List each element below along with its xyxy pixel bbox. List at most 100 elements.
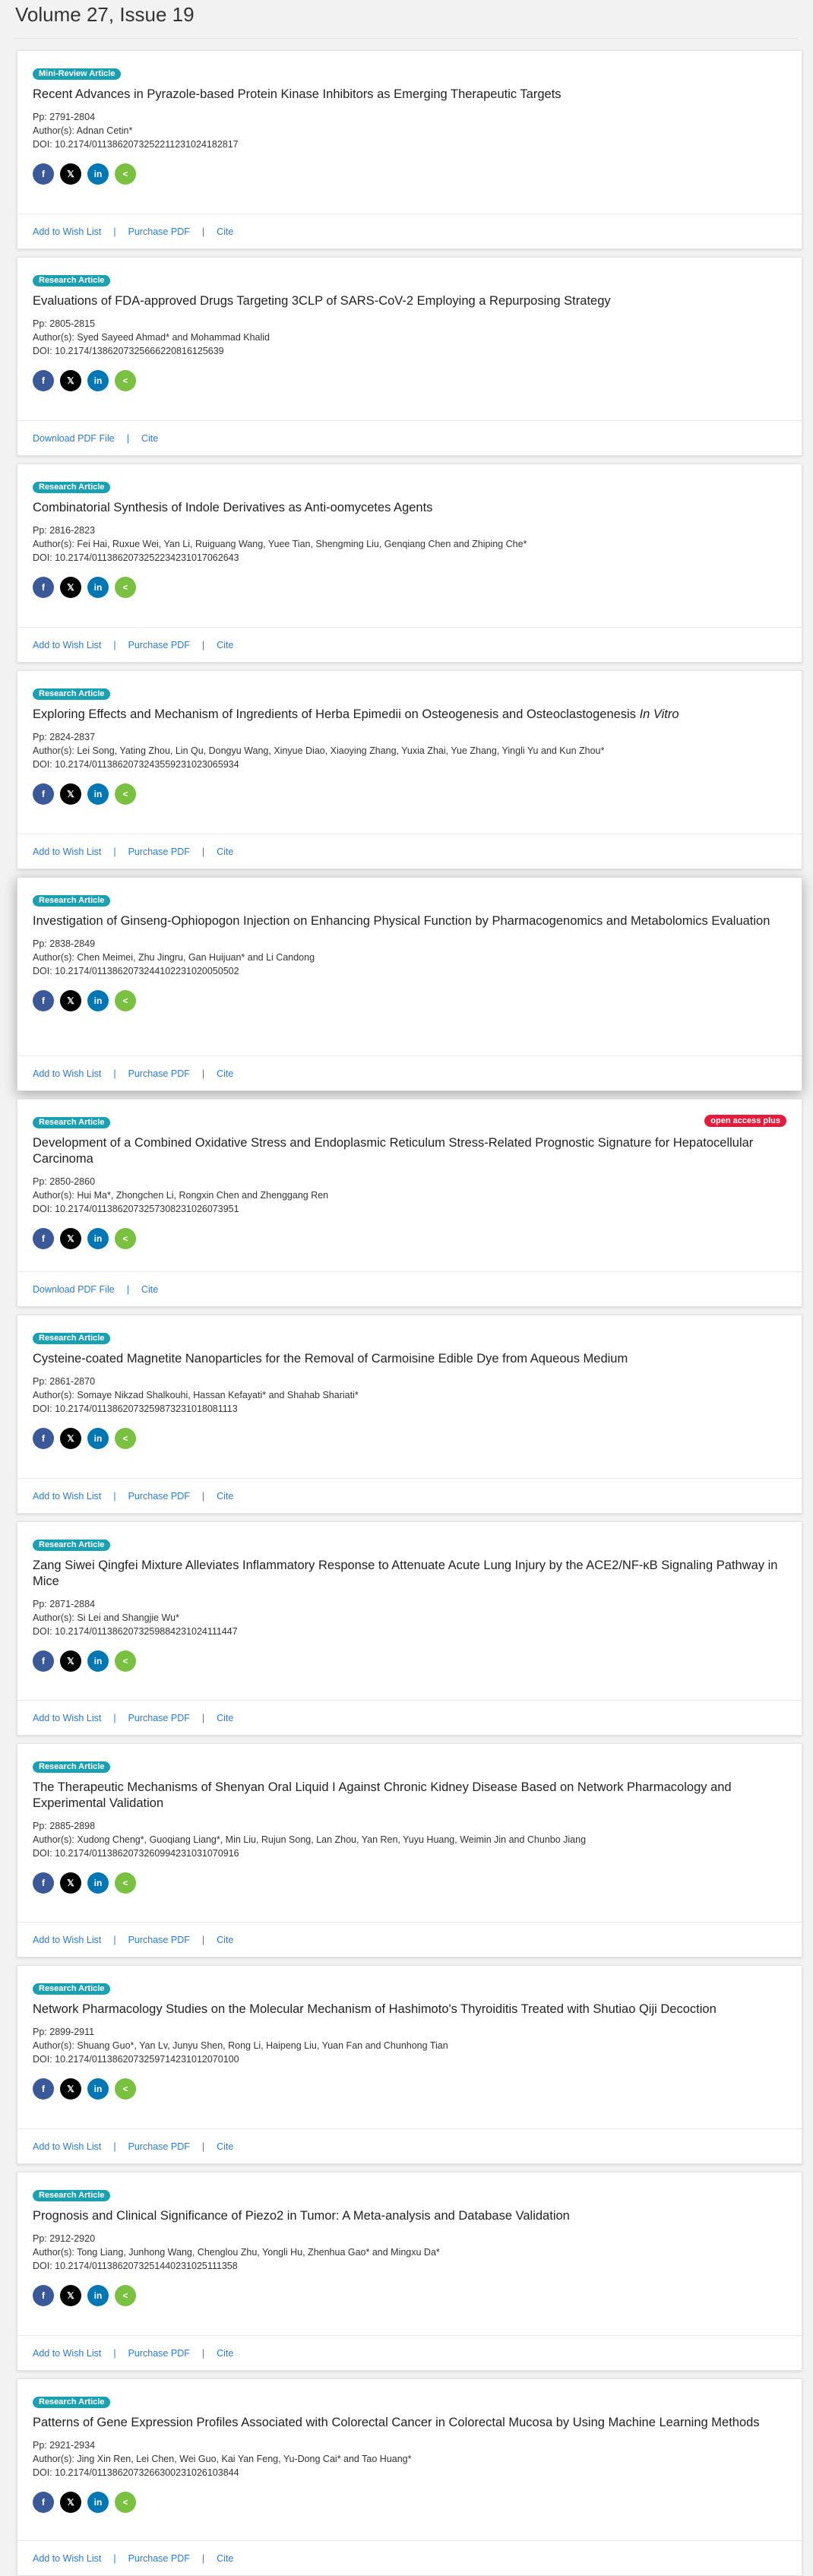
cite-link[interactable]: Cite [217,2553,233,2564]
share-icon[interactable]: < [115,1428,136,1449]
facebook-icon[interactable]: f [33,2078,54,2100]
facebook-icon[interactable]: f [33,1428,54,1449]
share-icon[interactable]: < [115,577,136,598]
linkedin-icon[interactable]: in [87,990,109,1011]
x-twitter-icon[interactable]: 𝕏 [60,370,81,391]
purchase-pdf-link[interactable]: Purchase PDF [128,226,190,237]
cite-link[interactable]: Cite [217,847,233,857]
article-title-link[interactable]: Development of a Combined Oxidative Stre… [33,1135,786,1167]
cite-link[interactable]: Cite [217,2141,233,2152]
linkedin-icon[interactable]: in [87,163,109,185]
facebook-icon[interactable]: f [33,2492,54,2513]
linkedin-icon[interactable]: in [87,1428,109,1449]
doi-value[interactable]: 10.2174/0113862073259714231012070100 [55,2054,239,2065]
cite-link[interactable]: Cite [217,2348,233,2359]
doi-value[interactable]: 10.2174/0113862073259884231024111447 [55,1626,238,1637]
article-title-link[interactable]: Network Pharmacology Studies on the Mole… [33,2002,786,2017]
share-icon[interactable]: < [115,370,136,391]
share-icon[interactable]: < [115,2285,136,2306]
doi-value[interactable]: 10.2174/0113862073244102231020050502 [55,966,239,976]
share-icon[interactable]: < [115,783,136,805]
cite-link[interactable]: Cite [217,1713,233,1723]
linkedin-icon[interactable]: in [87,1650,109,1672]
x-twitter-icon[interactable]: 𝕏 [60,163,81,185]
add-to-wish-list-link[interactable]: Add to Wish List [33,2553,101,2564]
article-title-link[interactable]: Prognosis and Clinical Significance of P… [33,2208,786,2224]
article-title-link[interactable]: Patterns of Gene Expression Profiles Ass… [33,2415,786,2431]
doi-value[interactable]: 10.2174/0113862073252234231017062643 [55,552,239,563]
cite-link[interactable]: Cite [217,1935,233,1945]
share-icon[interactable]: < [115,1650,136,1672]
article-title-link[interactable]: Exploring Effects and Mechanism of Ingre… [33,707,786,723]
purchase-pdf-link[interactable]: Purchase PDF [128,1068,190,1079]
add-to-wish-list-link[interactable]: Add to Wish List [33,1935,101,1945]
doi-value[interactable]: 10.2174/0113862073260994231031070916 [55,1848,239,1859]
x-twitter-icon[interactable]: 𝕏 [60,1650,81,1672]
add-to-wish-list-link[interactable]: Add to Wish List [33,640,101,650]
doi-value[interactable]: 10.2174/1386207325666220816125639 [55,346,223,356]
article-title-link[interactable]: Combinatorial Synthesis of Indole Deriva… [33,500,786,516]
add-to-wish-list-link[interactable]: Add to Wish List [33,226,101,237]
linkedin-icon[interactable]: in [87,783,109,805]
cite-link[interactable]: Cite [217,1068,233,1079]
linkedin-icon[interactable]: in [87,2078,109,2100]
share-icon[interactable]: < [115,163,136,185]
article-title-link[interactable]: Cysteine-coated Magnetite Nanoparticles … [33,1351,786,1367]
linkedin-icon[interactable]: in [87,1228,109,1249]
purchase-pdf-link[interactable]: Purchase PDF [128,847,190,857]
add-to-wish-list-link[interactable]: Add to Wish List [33,2348,101,2359]
facebook-icon[interactable]: f [33,370,54,391]
article-title-link[interactable]: Investigation of Ginseng-Ophiopogon Inje… [33,913,786,929]
linkedin-icon[interactable]: in [87,370,109,391]
add-to-wish-list-link[interactable]: Add to Wish List [33,2141,101,2152]
cite-link[interactable]: Cite [217,226,233,237]
facebook-icon[interactable]: f [33,163,54,185]
doi-value[interactable]: 10.2174/0113862073243559231023065934 [55,759,239,770]
article-title-link[interactable]: Zang Siwei Qingfei Mixture Alleviates In… [33,1558,786,1590]
share-icon[interactable]: < [115,2078,136,2100]
purchase-pdf-link[interactable]: Purchase PDF [128,1935,190,1945]
x-twitter-icon[interactable]: 𝕏 [60,990,81,1011]
download-pdf-link[interactable]: Download PDF File [33,433,115,444]
facebook-icon[interactable]: f [33,783,54,805]
doi-value[interactable]: 10.2174/0113862073266300231026103844 [55,2467,239,2478]
article-title-link[interactable]: Recent Advances in Pyrazole-based Protei… [33,87,786,103]
purchase-pdf-link[interactable]: Purchase PDF [128,2348,190,2359]
share-icon[interactable]: < [115,1228,136,1249]
x-twitter-icon[interactable]: 𝕏 [60,2078,81,2100]
x-twitter-icon[interactable]: 𝕏 [60,1872,81,1894]
cite-link[interactable]: Cite [217,640,233,650]
facebook-icon[interactable]: f [33,990,54,1011]
doi-value[interactable]: 10.2174/0113862073252211231024182817 [55,139,238,150]
article-title-link[interactable]: Evaluations of FDA-approved Drugs Target… [33,293,786,309]
facebook-icon[interactable]: f [33,1228,54,1249]
add-to-wish-list-link[interactable]: Add to Wish List [33,1713,101,1723]
x-twitter-icon[interactable]: 𝕏 [60,2285,81,2306]
facebook-icon[interactable]: f [33,2285,54,2306]
add-to-wish-list-link[interactable]: Add to Wish List [33,847,101,857]
doi-value[interactable]: 10.2174/0113862073251440231025111358 [55,2261,238,2271]
cite-link[interactable]: Cite [141,433,158,444]
purchase-pdf-link[interactable]: Purchase PDF [128,2141,190,2152]
purchase-pdf-link[interactable]: Purchase PDF [128,1491,190,1502]
x-twitter-icon[interactable]: 𝕏 [60,1228,81,1249]
download-pdf-link[interactable]: Download PDF File [33,1284,115,1295]
share-icon[interactable]: < [115,2492,136,2513]
linkedin-icon[interactable]: in [87,1872,109,1894]
cite-link[interactable]: Cite [141,1284,158,1295]
share-icon[interactable]: < [115,1872,136,1894]
share-icon[interactable]: < [115,990,136,1011]
cite-link[interactable]: Cite [217,1491,233,1502]
purchase-pdf-link[interactable]: Purchase PDF [128,640,190,650]
linkedin-icon[interactable]: in [87,2492,109,2513]
facebook-icon[interactable]: f [33,1872,54,1894]
facebook-icon[interactable]: f [33,1650,54,1672]
x-twitter-icon[interactable]: 𝕏 [60,783,81,805]
purchase-pdf-link[interactable]: Purchase PDF [128,1713,190,1723]
add-to-wish-list-link[interactable]: Add to Wish List [33,1068,101,1079]
add-to-wish-list-link[interactable]: Add to Wish List [33,1491,101,1502]
x-twitter-icon[interactable]: 𝕏 [60,1428,81,1449]
x-twitter-icon[interactable]: 𝕏 [60,577,81,598]
linkedin-icon[interactable]: in [87,577,109,598]
x-twitter-icon[interactable]: 𝕏 [60,2492,81,2513]
